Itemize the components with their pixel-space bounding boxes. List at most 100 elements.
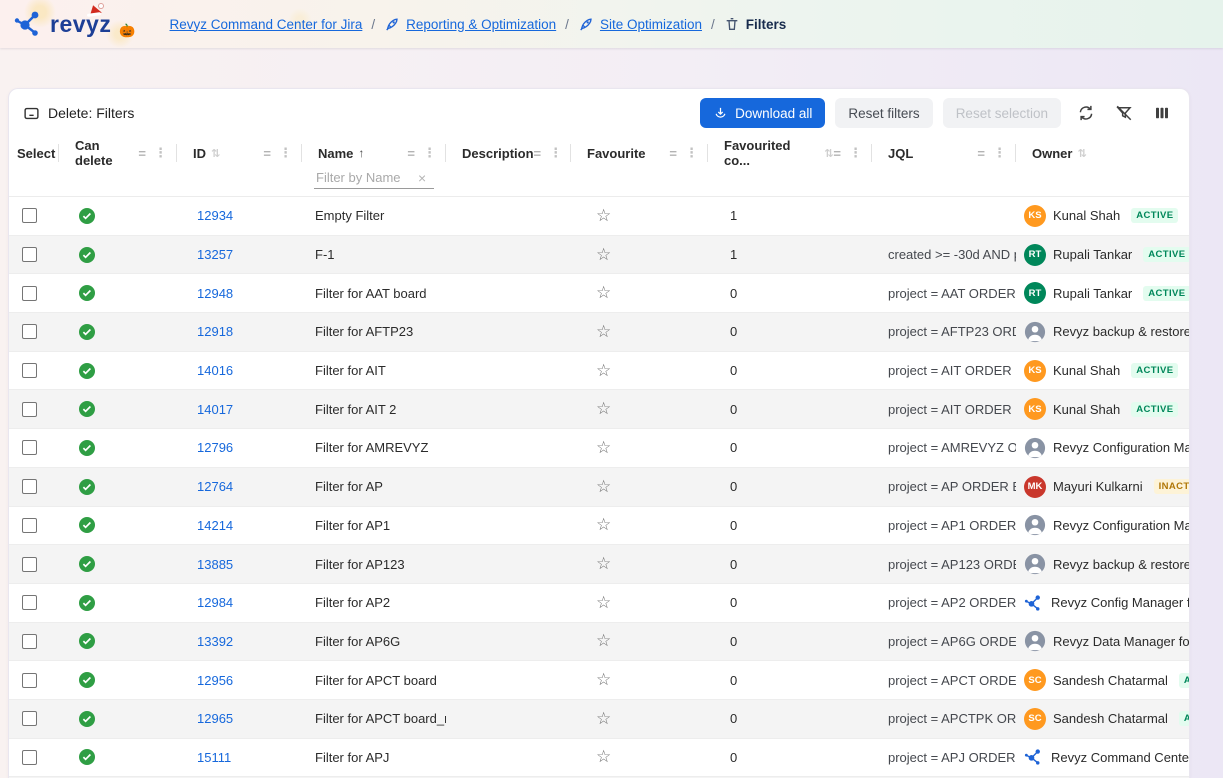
row-checkbox[interactable] bbox=[22, 440, 37, 455]
sort-icon[interactable]: ⇅ bbox=[211, 147, 220, 160]
select-cell bbox=[9, 363, 59, 378]
row-checkbox[interactable] bbox=[22, 634, 37, 649]
download-all-button[interactable]: Download all bbox=[700, 98, 825, 128]
filter-id-link[interactable]: 12934 bbox=[197, 208, 233, 223]
filter-id-link[interactable]: 12796 bbox=[197, 440, 233, 455]
table-row: 12965Filter for APCT board_revy:☆0projec… bbox=[9, 700, 1189, 739]
owner-name: Sandesh Chatarmal bbox=[1053, 673, 1168, 688]
column-header-name[interactable]: Name↑=⋮ bbox=[302, 137, 446, 169]
favourited-count-cell: 1 bbox=[708, 208, 872, 223]
owner-name: Revyz Configuration Manage bbox=[1053, 440, 1190, 455]
refresh-icon[interactable] bbox=[1073, 100, 1099, 126]
filter-id-link[interactable]: 13885 bbox=[197, 557, 233, 572]
jql-text: project = AAT ORDER bbox=[888, 286, 1016, 301]
favourite-star-icon[interactable]: ☆ bbox=[596, 747, 611, 767]
column-menu-icon[interactable]: ⋮ bbox=[549, 145, 562, 161]
favourite-star-icon[interactable]: ☆ bbox=[596, 515, 611, 535]
column-filter-icon[interactable]: = bbox=[669, 146, 677, 161]
column-filter-icon[interactable]: = bbox=[407, 146, 415, 161]
row-checkbox[interactable] bbox=[22, 479, 37, 494]
sort-asc-icon[interactable]: ↑ bbox=[358, 146, 364, 160]
reset-filters-button[interactable]: Reset filters bbox=[835, 98, 932, 128]
filter-id-link[interactable]: 12984 bbox=[197, 595, 233, 610]
filter-id-link[interactable]: 12956 bbox=[197, 673, 233, 688]
row-checkbox[interactable] bbox=[22, 208, 37, 223]
favourite-star-icon[interactable]: ☆ bbox=[596, 322, 611, 342]
column-filter-icon[interactable]: = bbox=[833, 146, 841, 161]
favourite-star-icon[interactable]: ☆ bbox=[596, 438, 611, 458]
column-filter-icon[interactable]: = bbox=[534, 146, 542, 161]
column-menu-icon[interactable]: ⋮ bbox=[993, 145, 1006, 161]
filter-id-link[interactable]: 12965 bbox=[197, 711, 233, 726]
column-header-favourited_count[interactable]: Favourited co... ⇅= ⋮ bbox=[708, 137, 872, 169]
filter-name: Filter for AP2 bbox=[315, 595, 390, 610]
column-header-id[interactable]: ID⇅=⋮ bbox=[177, 137, 302, 169]
column-filter-icon[interactable]: = bbox=[263, 146, 271, 161]
row-checkbox[interactable] bbox=[22, 286, 37, 301]
row-checkbox[interactable] bbox=[22, 402, 37, 417]
filter-off-icon[interactable] bbox=[1111, 100, 1137, 126]
breadcrumb-label[interactable]: Site Optimization bbox=[600, 17, 702, 32]
sort-icon[interactable]: ⇅ bbox=[1077, 147, 1086, 160]
filter-id-link[interactable]: 12948 bbox=[197, 286, 233, 301]
favourite-star-icon[interactable]: ☆ bbox=[596, 283, 611, 303]
row-checkbox[interactable] bbox=[22, 673, 37, 688]
column-menu-icon[interactable]: ⋮ bbox=[279, 145, 292, 161]
breadcrumb-item-site-optimization[interactable]: Site Optimization bbox=[578, 16, 702, 32]
filter-name: Filter for APJ bbox=[315, 750, 389, 765]
favourite-star-icon[interactable]: ☆ bbox=[596, 245, 611, 265]
favourite-star-icon[interactable]: ☆ bbox=[596, 399, 611, 419]
column-menu-icon[interactable]: ⋮ bbox=[685, 145, 698, 161]
row-checkbox[interactable] bbox=[22, 595, 37, 610]
jql-cell: project = AP1 ORDER bbox=[872, 518, 1016, 533]
select-cell bbox=[9, 634, 59, 649]
columns-icon[interactable] bbox=[1149, 100, 1175, 126]
breadcrumb-item-revyz-command-center-for-jira[interactable]: Revyz Command Center for Jira bbox=[170, 17, 363, 32]
favourite-star-icon[interactable]: ☆ bbox=[596, 709, 611, 729]
filter-id-link[interactable]: 12764 bbox=[197, 479, 233, 494]
row-checkbox[interactable] bbox=[22, 750, 37, 765]
filter-id-link[interactable]: 14016 bbox=[197, 363, 233, 378]
reset-selection-button[interactable]: Reset selection bbox=[943, 98, 1061, 128]
jql-cell: project = AP123 ORDE bbox=[872, 557, 1016, 572]
row-checkbox[interactable] bbox=[22, 711, 37, 726]
clear-filter-icon[interactable]: × bbox=[416, 171, 428, 185]
filter-id-link[interactable]: 12918 bbox=[197, 324, 233, 339]
breadcrumb-label[interactable]: Revyz Command Center for Jira bbox=[170, 17, 363, 32]
id-cell: 13257 bbox=[177, 247, 302, 262]
column-filter-icon[interactable]: = bbox=[977, 146, 985, 161]
sort-icon[interactable]: ⇅ bbox=[824, 147, 833, 160]
favourited-count: 0 bbox=[730, 557, 737, 572]
filter-id-link[interactable]: 15111 bbox=[197, 750, 231, 765]
row-checkbox[interactable] bbox=[22, 557, 37, 572]
favourite-star-icon[interactable]: ☆ bbox=[596, 554, 611, 574]
breadcrumb-label[interactable]: Reporting & Optimization bbox=[406, 17, 556, 32]
column-filter-icon[interactable]: = bbox=[138, 146, 146, 161]
column-menu-icon[interactable]: ⋮ bbox=[849, 145, 862, 161]
column-menu-icon[interactable]: ⋮ bbox=[423, 145, 436, 161]
breadcrumb-separator: / bbox=[711, 17, 715, 32]
select-cell bbox=[9, 479, 59, 494]
row-checkbox[interactable] bbox=[22, 363, 37, 378]
row-checkbox[interactable] bbox=[22, 518, 37, 533]
favourite-star-icon[interactable]: ☆ bbox=[596, 361, 611, 381]
favourite-star-icon[interactable]: ☆ bbox=[596, 631, 611, 651]
row-checkbox[interactable] bbox=[22, 247, 37, 262]
favourite-star-icon[interactable]: ☆ bbox=[596, 670, 611, 690]
favourite-star-icon[interactable]: ☆ bbox=[596, 477, 611, 497]
column-label: Favourited co... bbox=[724, 138, 819, 168]
filter-id-link[interactable]: 13392 bbox=[197, 634, 233, 649]
favourite-star-icon[interactable]: ☆ bbox=[596, 206, 611, 226]
filter-id-link[interactable]: 14214 bbox=[197, 518, 233, 533]
breadcrumb-item-reporting-optimization[interactable]: Reporting & Optimization bbox=[384, 16, 556, 32]
column-menu-icon[interactable]: ⋮ bbox=[154, 145, 167, 161]
filter-id-link[interactable]: 13257 bbox=[197, 247, 233, 262]
table-row: 12796Filter for AMREVYZ☆0project = AMREV… bbox=[9, 429, 1189, 468]
column-header-owner[interactable]: Owner⇅=⋮ bbox=[1016, 137, 1190, 169]
name-filter-input[interactable] bbox=[316, 170, 416, 185]
filter-name: Filter for AP123 bbox=[315, 557, 405, 572]
filter-id-link[interactable]: 14017 bbox=[197, 402, 233, 417]
row-checkbox[interactable] bbox=[22, 324, 37, 339]
favourite-star-icon[interactable]: ☆ bbox=[596, 593, 611, 613]
can-delete-cell bbox=[59, 401, 177, 417]
